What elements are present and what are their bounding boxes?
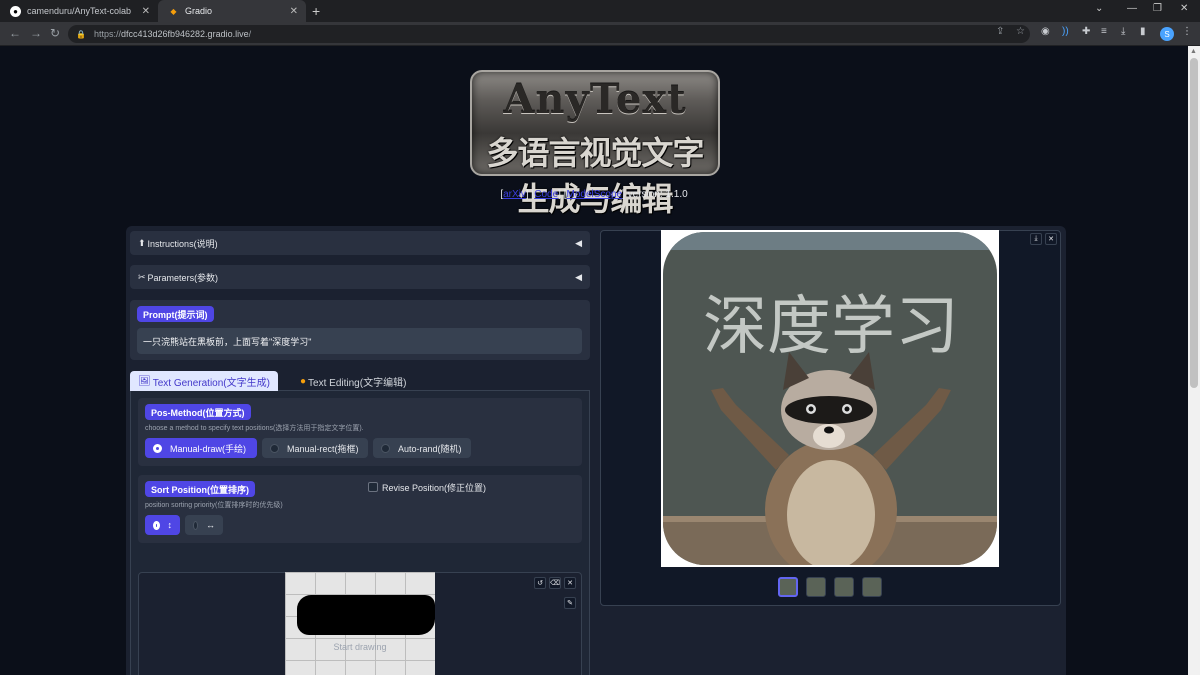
header-links: [arXiv] [Code] [ModelScope] version: 1.1… (500, 189, 688, 200)
brush-icon[interactable]: ✎ (564, 597, 576, 609)
sort-position-label: Sort Position(位置排序) (145, 481, 255, 497)
radio-manual-rect[interactable]: Manual-rect(拖框) (262, 438, 368, 458)
forward-icon[interactable]: → (30, 26, 42, 40)
anytext-logo: AnyText 多语言视觉文字生成与编辑 (470, 70, 720, 217)
gallery-thumbnail[interactable] (834, 577, 854, 597)
gallery-thumbnail[interactable] (862, 577, 882, 597)
canvas-hint: Start drawing (333, 642, 387, 652)
tools-icon: ✂ (138, 271, 146, 282)
gallery-thumbnail[interactable] (806, 577, 826, 597)
logo-subtitle: 多语言视觉文字生成与编辑 (486, 135, 704, 217)
close-gallery-icon[interactable]: ✕ (1045, 233, 1057, 245)
url-path: / (248, 29, 252, 39)
tab-search-icon[interactable]: ⌄ (1095, 3, 1103, 14)
scroll-up-icon[interactable]: ▲ (1190, 48, 1197, 55)
pos-method-hint: choose a method to specify text position… (145, 425, 364, 432)
close-tab-icon[interactable]: ✕ (290, 6, 298, 17)
modelscope-link[interactable]: ModelScope (566, 189, 622, 200)
download-icon[interactable]: ⤓ (1030, 233, 1042, 245)
tab-label: Text Generation(文字生成) (152, 377, 270, 389)
browser-tab-title: Gradio (185, 6, 213, 16)
github-icon: ● (10, 5, 21, 17)
browser-tab-gradio[interactable]: ◆ Gradio ✕ (158, 0, 306, 22)
pos-method-label: Pos-Method(位置方式) (145, 404, 251, 420)
radio-label: Manual-draw(手绘) (170, 443, 247, 454)
radio-auto-rand[interactable]: Auto-rand(随机) (373, 438, 471, 458)
arxiv-link[interactable]: arXiv (503, 189, 526, 200)
tab-text-editing[interactable]: ● Text Editing(文字编辑) (292, 371, 414, 391)
radio-label: Manual-rect(拖框) (287, 443, 359, 454)
browser-tab-github[interactable]: ● camenduru/AnyText-colab ✕ (0, 0, 158, 22)
tab-label: Text Editing(文字编辑) (308, 377, 407, 389)
scroll-thumb[interactable] (1190, 58, 1198, 388)
code-link[interactable]: Code (534, 189, 558, 200)
raccoon-chalkboard-illustration: 深度学习 (663, 232, 997, 565)
collapse-caret-icon[interactable]: ◀ (575, 238, 582, 249)
radio-dot (153, 443, 162, 453)
extension-icon[interactable]: ◉ (1041, 26, 1050, 37)
back-icon[interactable]: ← (9, 26, 21, 40)
profile-avatar[interactable]: S (1160, 27, 1174, 41)
share-icon[interactable]: ⇪ (996, 26, 1004, 37)
undo-icon[interactable]: ↺ (534, 577, 546, 589)
radio-dot (270, 443, 279, 453)
collapse-caret-icon[interactable]: ◀ (575, 272, 582, 283)
url-domain: dfcc413d26fb946282.gradio.live (120, 29, 249, 39)
close-window-button[interactable]: ✕ (1180, 3, 1188, 14)
clear-icon[interactable]: ⌫ (549, 577, 561, 589)
instructions-label: Instructions(说明) (147, 238, 218, 249)
browser-tab-title: camenduru/AnyText-colab (27, 6, 132, 16)
reload-icon[interactable]: ↻ (50, 26, 60, 40)
restore-button[interactable]: ❐ (1153, 3, 1162, 14)
radio-manual-draw[interactable]: Manual-draw(手绘) (145, 438, 257, 458)
url-scheme: https:// (93, 29, 121, 39)
page-scrollbar[interactable]: ▲ (1188, 46, 1200, 675)
media-control-icon[interactable]: ≡ (1101, 26, 1107, 37)
radio-dot (381, 443, 390, 453)
radio-dot (193, 520, 198, 530)
radio-dot (153, 520, 160, 530)
new-tab-button[interactable]: + (312, 3, 320, 19)
address-bar: ← → ↻ 🔒 https:// dfcc413d26fb946282.grad… (0, 22, 1200, 46)
side-panel-icon[interactable]: ▮ (1140, 26, 1146, 37)
bookmark-star-icon[interactable]: ☆ (1016, 26, 1025, 37)
tab-text-generation[interactable]: 🖼 Text Generation(文字生成) (130, 371, 278, 391)
browser-tab-bar: ● camenduru/AnyText-colab ✕ ◆ Gradio ✕ +… (0, 0, 1200, 22)
image-icon: 🖼 (138, 375, 151, 387)
logo-title: AnyText (503, 76, 687, 123)
version-text: version: 1.1.0 (627, 189, 688, 200)
parameters-label: Parameters(参数) (147, 272, 219, 283)
gallery-thumbnail[interactable] (778, 577, 798, 597)
radio-label: ↕ (167, 520, 173, 530)
parameters-accordion[interactable]: ✂ Parameters(参数) ◀ (130, 265, 590, 289)
close-tab-icon[interactable]: ✕ (142, 6, 150, 17)
downloads-icon[interactable]: ⤓ (1121, 26, 1125, 37)
extensions-puzzle-icon[interactable]: ✚ (1082, 26, 1090, 37)
revise-position-label: Revise Position(修正位置) (382, 483, 487, 493)
close-icon[interactable]: ✕ (564, 577, 576, 589)
minimize-button[interactable]: — (1127, 3, 1137, 14)
drawn-mask-stroke (297, 595, 435, 635)
radio-sort-horizontal[interactable]: ↔ (185, 515, 223, 535)
prompt-label: Prompt(提示词) (137, 306, 214, 322)
url-field[interactable]: 🔒 https:// dfcc413d26fb946282.gradio.liv… (68, 25, 1030, 43)
gradio-icon: ◆ (170, 6, 177, 16)
menu-icon[interactable]: ⋮ (1182, 26, 1192, 37)
instructions-accordion[interactable]: ⬆ Instructions(说明) ◀ (130, 231, 590, 255)
palette-icon: ● (300, 375, 307, 387)
radio-sort-vertical[interactable]: ↕ (145, 515, 180, 535)
sort-position-hint: position sorting priority(位置排序时的优先级) (145, 502, 283, 509)
instructions-icon: ⬆ (138, 237, 146, 248)
prompt-input[interactable]: 一只浣熊站在黑板前，上面写着"深度学习" (137, 328, 582, 354)
lock-icon: 🔒 (76, 29, 86, 39)
chalk-text: 深度学习 (703, 290, 959, 364)
audio-extension-icon[interactable]: )) (1062, 26, 1069, 37)
revise-position-checkbox[interactable] (368, 482, 378, 492)
radio-label: ↔ (206, 520, 215, 530)
generated-image[interactable]: 深度学习 (661, 230, 999, 567)
radio-label: Auto-rand(随机) (398, 443, 462, 454)
